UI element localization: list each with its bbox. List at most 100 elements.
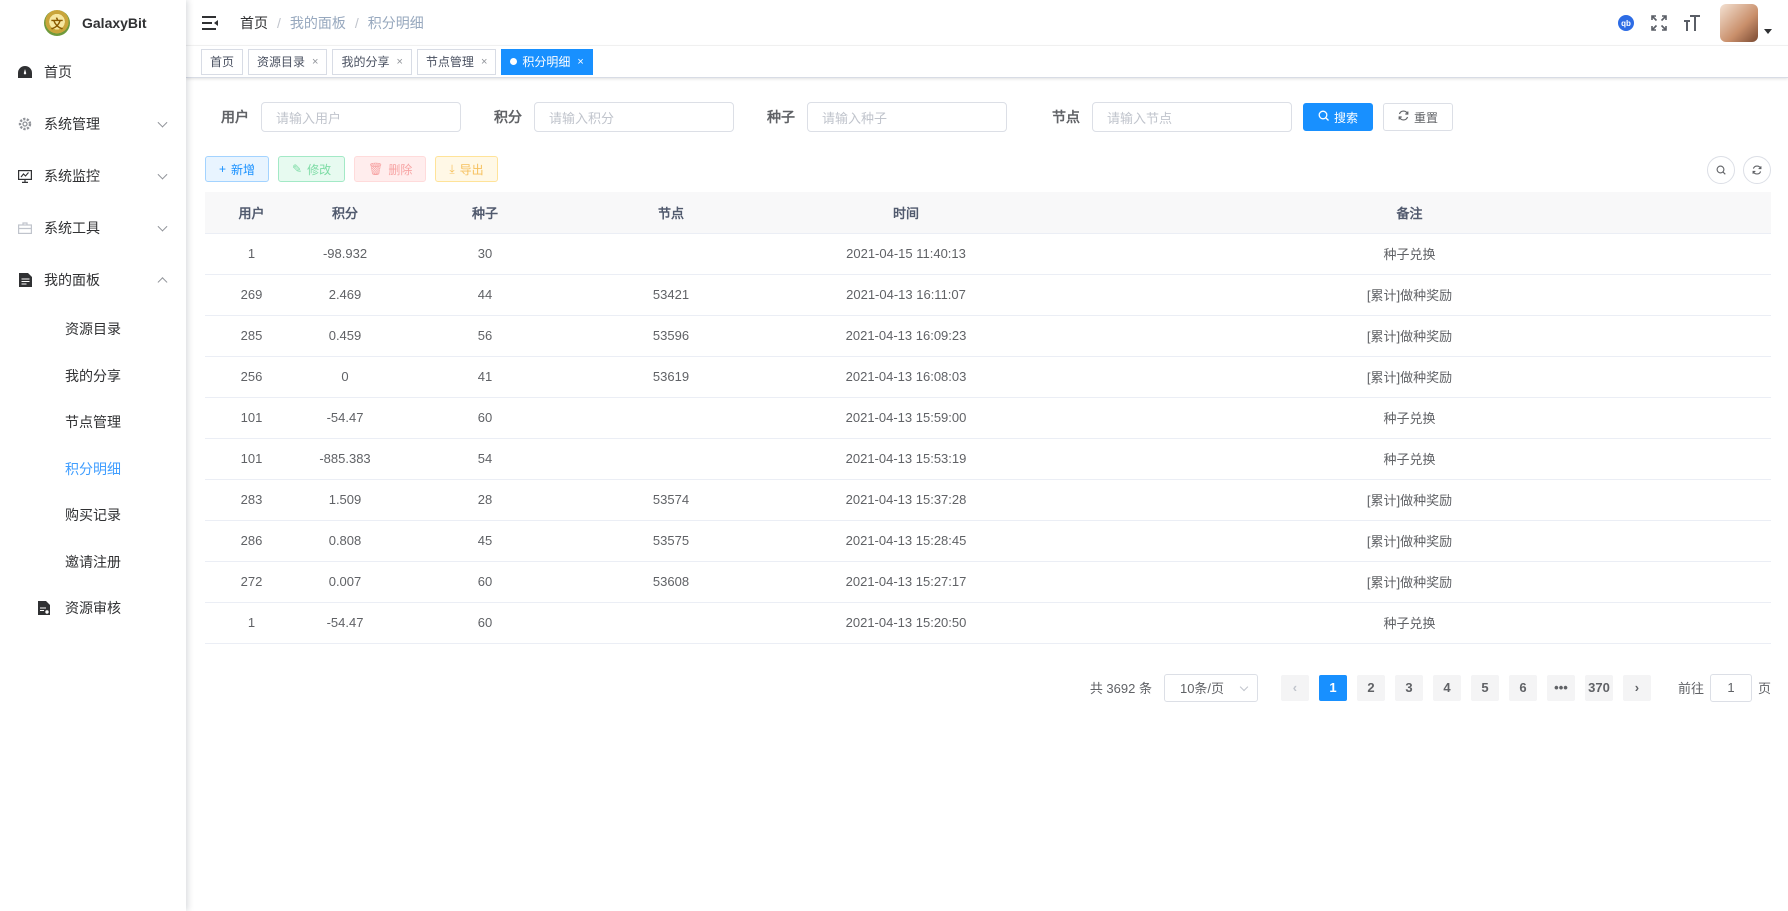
export-button-label: 导出: [459, 162, 484, 177]
column-header-remark[interactable]: 备注: [1048, 192, 1771, 234]
more-pages-button[interactable]: •••: [1546, 674, 1575, 701]
breadcrumb-home[interactable]: 首页: [240, 13, 268, 33]
table-row[interactable]: 286 0.808 45 53575 2021-04-13 15:28:45 [累计]做种…: [205, 520, 1771, 562]
next-page-button[interactable]: ›: [1622, 674, 1651, 701]
table-cell: 种子兑换: [1048, 438, 1771, 480]
table-cell: [累计]做种奖励: [1048, 315, 1771, 357]
edit-button[interactable]: ✎ 修改: [278, 156, 346, 182]
table-row[interactable]: 283 1.509 28 53574 2021-04-13 15:37:28 [累计]做种…: [205, 479, 1771, 521]
table-cell: [578, 438, 764, 480]
column-header-node[interactable]: 节点: [578, 192, 764, 234]
sidebar-item-system-tools[interactable]: 系统工具: [0, 202, 186, 254]
page-button[interactable]: 3: [1394, 674, 1423, 701]
table-cell: [累计]做种奖励: [1048, 520, 1771, 562]
trash-icon: 🗑︎: [368, 162, 384, 176]
hamburger-icon[interactable]: [202, 15, 218, 30]
tags-view: 首页 资源目录 × 我的分享 × 节点管理 × 积分明细 ×: [186, 46, 1788, 78]
caret-down-icon[interactable]: [1764, 28, 1772, 34]
sidebar-subitem-my-shares[interactable]: 我的分享: [0, 353, 186, 400]
table-row[interactable]: 101 -885.383 54 2021-04-13 15:53:19 种子兑换: [205, 438, 1771, 480]
page-button[interactable]: 4: [1432, 674, 1461, 701]
seed-input[interactable]: 请输入种子: [807, 102, 1007, 132]
tab-my-shares[interactable]: 我的分享 ×: [332, 48, 412, 75]
column-header-points[interactable]: 积分: [298, 192, 392, 234]
sidebar-subitem-purchase-records[interactable]: 购买记录: [0, 492, 186, 539]
delete-button[interactable]: 🗑︎ 删除: [354, 156, 427, 182]
table-cell: 2021-04-13 15:37:28: [764, 479, 1048, 521]
main-area: 首页 / 我的面板 / 积分明细 qb 首页 资源目录 × 我的分享 × 节点管理 ×…: [186, 0, 1788, 911]
points-label: 积分: [494, 109, 522, 125]
breadcrumb-current: 积分明细: [367, 14, 424, 31]
close-icon[interactable]: ×: [312, 56, 318, 68]
chevron-down-icon: [157, 169, 168, 180]
goto-page-input[interactable]: 1: [1709, 673, 1752, 702]
sidebar-item-system-management[interactable]: 系统管理: [0, 98, 186, 150]
sidebar-item-label: 我的面板: [44, 272, 100, 288]
prev-page-button[interactable]: ‹: [1280, 674, 1309, 701]
sidebar-item-my-panel[interactable]: 我的面板: [0, 254, 186, 306]
search-button[interactable]: 搜索: [1303, 103, 1374, 131]
gear-icon: [18, 117, 32, 131]
breadcrumb-separator: /: [354, 14, 359, 31]
table-cell: 0.007: [298, 561, 392, 603]
table-cell: 2021-04-13 16:11:07: [764, 274, 1048, 316]
sidebar-subitem-node-management[interactable]: 节点管理: [0, 399, 186, 446]
add-button[interactable]: + 新增: [205, 156, 270, 182]
reset-button[interactable]: 重置: [1383, 103, 1454, 131]
qbittorrent-icon[interactable]: qb: [1617, 14, 1635, 32]
sidebar-item-home[interactable]: 首页: [0, 46, 186, 98]
refresh-table-button[interactable]: [1743, 156, 1771, 184]
filter-form: 用户 请输入用户 积分 请输入积分 种子 请输入种子 节点 请输入节点 搜索 重…: [205, 78, 1771, 146]
column-header-user[interactable]: 用户: [205, 192, 298, 234]
page-button[interactable]: 5: [1470, 674, 1499, 701]
table-cell: 2021-04-15 11:40:13: [764, 233, 1048, 275]
close-icon[interactable]: ×: [481, 56, 487, 68]
fullscreen-icon[interactable]: [1650, 14, 1668, 32]
tab-home[interactable]: 首页: [201, 48, 244, 75]
page-button[interactable]: 1: [1318, 674, 1347, 701]
page-button[interactable]: 370: [1584, 674, 1613, 701]
sidebar-item-resource-review[interactable]: 资源审核: [0, 585, 186, 632]
user-label: 用户: [221, 109, 249, 125]
sidebar-subitem-points-detail[interactable]: 积分明细: [0, 446, 186, 493]
sidebar-subitem-resource-catalog[interactable]: 资源目录: [0, 306, 186, 353]
table-row[interactable]: 269 2.469 44 53421 2021-04-13 16:11:07 [累计]做种…: [205, 274, 1771, 316]
goto-suffix: 页: [1757, 681, 1771, 696]
font-size-icon[interactable]: [1683, 14, 1701, 32]
table-row[interactable]: 101 -54.47 60 2021-04-13 15:59:00 种子兑换: [205, 397, 1771, 439]
table-row[interactable]: 1 -98.932 30 2021-04-15 11:40:13 种子兑换: [205, 233, 1771, 275]
table-row[interactable]: 256 0 41 53619 2021-04-13 16:08:03 [累计]做种奖励: [205, 356, 1771, 398]
column-header-seed[interactable]: 种子: [392, 192, 578, 234]
page-button[interactable]: 2: [1356, 674, 1385, 701]
chevron-right-icon: ›: [1634, 680, 1640, 695]
table-cell: 1.509: [298, 479, 392, 521]
page-button[interactable]: 6: [1508, 674, 1537, 701]
table-cell: 种子兑换: [1048, 233, 1771, 275]
sidebar-subitem-invite-register[interactable]: 邀请注册: [0, 539, 186, 586]
sidebar-item-system-monitor[interactable]: 系统监控: [0, 150, 186, 202]
goto-prefix: 前往: [1677, 681, 1704, 696]
tab-label: 积分明细: [522, 55, 571, 69]
column-header-time[interactable]: 时间: [764, 192, 1048, 234]
close-icon[interactable]: ×: [396, 56, 402, 68]
table-row[interactable]: 1 -54.47 60 2021-04-13 15:20:50 种子兑换: [205, 602, 1771, 644]
table-row[interactable]: 285 0.459 56 53596 2021-04-13 16:09:23 [累计]做种…: [205, 315, 1771, 357]
breadcrumb: 首页 / 我的面板 / 积分明细: [240, 13, 424, 33]
points-input[interactable]: 请输入积分: [534, 102, 734, 132]
node-input[interactable]: 请输入节点: [1092, 102, 1292, 132]
tab-points-detail[interactable]: 积分明细 ×: [501, 48, 593, 75]
close-icon[interactable]: ×: [577, 56, 583, 68]
logo[interactable]: 文 GalaxyBit: [0, 0, 186, 46]
sidebar-subitem-label: 邀请注册: [65, 553, 121, 570]
page-size-select[interactable]: 10条/页: [1163, 673, 1258, 702]
table-cell: [578, 233, 764, 275]
tab-resource-catalog[interactable]: 资源目录 ×: [248, 48, 328, 75]
user-input[interactable]: 请输入用户: [261, 102, 461, 132]
avatar[interactable]: [1720, 4, 1758, 42]
table-row[interactable]: 272 0.007 60 53608 2021-04-13 15:27:17 [累计]做种…: [205, 561, 1771, 603]
active-dot-icon: [510, 58, 518, 65]
toggle-search-button[interactable]: [1707, 156, 1735, 184]
export-button[interactable]: ⤓ 导出: [435, 156, 498, 182]
tab-node-management[interactable]: 节点管理 ×: [416, 48, 497, 75]
sidebar-subitem-label: 节点管理: [65, 414, 121, 431]
